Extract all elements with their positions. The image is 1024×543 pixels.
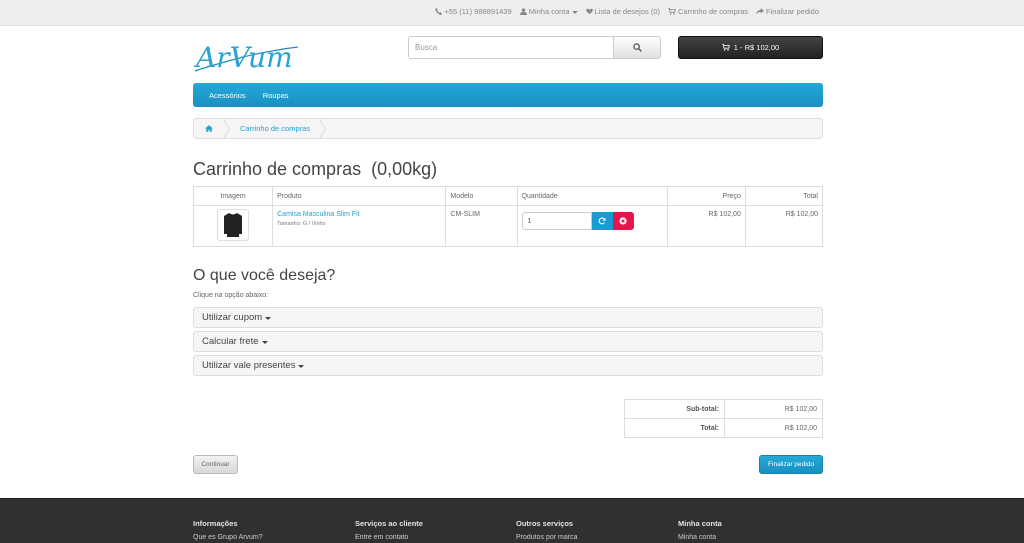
store-logo[interactable]: ArVum <box>193 35 303 75</box>
update-quantity-button[interactable] <box>591 212 613 230</box>
product-option: Tamanho: G / Vinho <box>277 221 326 227</box>
refresh-icon <box>598 217 606 225</box>
footer-heading: Informações <box>193 519 238 528</box>
cell-product: Camisa Masculina Slim Fit Tamanho: G / V… <box>272 205 447 247</box>
totals-table: Sub-total: R$ 102,00 Total: R$ 102,00 <box>624 399 823 438</box>
svg-text:ArVum: ArVum <box>193 41 293 74</box>
caret-down-icon <box>265 316 272 320</box>
wishlist-text: Lista de desejos (0) <box>594 7 661 16</box>
page-title: Carrinho de compras (0,00kg) <box>193 159 438 179</box>
search-icon <box>632 43 642 52</box>
shipping-panel[interactable]: Calcular frete <box>193 331 823 352</box>
footer-link[interactable]: Entre em contato <box>355 534 423 541</box>
total-row: Total: R$ 102,00 <box>624 418 823 438</box>
wishlist-link[interactable]: Lista de desejos (0) <box>585 7 661 16</box>
phone-text: +55 (11) 986891439 <box>444 7 512 16</box>
checkout-link[interactable]: Finalizar pedido <box>756 7 819 16</box>
header-quantity: Quantidade <box>516 186 668 206</box>
breadcrumb-current[interactable]: Carrinho de compras <box>230 119 320 138</box>
coupon-panel[interactable]: Utilizar cupom <box>193 307 823 328</box>
search-button[interactable] <box>614 36 661 59</box>
heart-icon <box>585 8 593 15</box>
header-product: Produto <box>272 186 447 206</box>
breadcrumb: Carrinho de compras <box>193 118 823 139</box>
voucher-panel[interactable]: Utilizar vale presentes <box>193 355 823 376</box>
subtotal-value: R$ 102,00 <box>724 399 823 419</box>
cell-image <box>192 205 274 247</box>
share-icon <box>756 8 765 15</box>
header-price: Preço <box>666 186 746 206</box>
cart-table: Imagem Produto Modelo Quantidade Preço T… <box>192 186 824 247</box>
shirt-image <box>224 213 243 237</box>
options-title: O que você deseja? <box>193 267 336 284</box>
footer-link[interactable]: Produtos por marca <box>516 534 577 541</box>
header-image: Imagem <box>192 186 274 206</box>
caret-down-icon <box>261 340 268 344</box>
home-icon <box>205 125 213 132</box>
cell-model: CM-SLIM <box>445 205 518 247</box>
checkout-button[interactable]: Finalizar pedido <box>759 455 823 474</box>
cart-summary-text: 1 - R$ 102,00 <box>733 43 780 52</box>
menu-item-roupas[interactable]: Roupas <box>263 91 289 100</box>
quantity-group <box>521 212 663 230</box>
footer-column-account: Minha conta Minha conta <box>678 519 722 541</box>
subtotal-row: Sub-total: R$ 102,00 <box>624 399 823 419</box>
top-bar: +55 (11) 986891439 Minha conta Lista de … <box>0 0 1024 26</box>
remove-item-button[interactable] <box>612 212 634 230</box>
cell-quantity <box>516 205 668 247</box>
product-thumbnail[interactable] <box>217 209 250 241</box>
cart-text: Carrinho de compras <box>678 7 749 16</box>
total-label: Total: <box>624 418 725 438</box>
cart-icon <box>668 8 676 15</box>
header-total: Total <box>744 186 824 206</box>
checkout-text: Finalizar pedido <box>766 7 819 16</box>
table-row: Camisa Masculina Slim Fit Tamanho: G / V… <box>192 205 824 247</box>
account-text: Minha conta <box>528 7 570 16</box>
footer-column-other: Outros serviços Produtos por marca <box>516 519 577 541</box>
footer-column-service: Serviços ao cliente Entre em contato <box>355 519 423 541</box>
footer-heading: Minha conta <box>678 519 722 528</box>
total-value: R$ 102,00 <box>724 418 823 438</box>
quantity-input[interactable] <box>521 212 592 230</box>
logo-graphic: ArVum <box>193 41 299 74</box>
breadcrumb-separator <box>319 119 327 138</box>
main-menu: Acessórios Roupas <box>193 83 823 107</box>
cart-link[interactable]: Carrinho de compras <box>668 7 748 16</box>
remove-icon <box>619 217 627 225</box>
options-subtitle: Clique na opção abaixo: <box>193 292 269 299</box>
cart-icon <box>721 44 730 51</box>
footer-link[interactable]: Minha conta <box>678 534 722 541</box>
cart-summary-button[interactable]: 1 - R$ 102,00 <box>678 36 823 59</box>
menu-item-acessorios[interactable]: Acessórios <box>209 91 246 100</box>
continue-button[interactable]: Continuar <box>193 455 238 474</box>
account-menu[interactable]: Minha conta <box>519 7 578 16</box>
coupon-panel-label: Utilizar cupom <box>202 312 263 323</box>
phone-link[interactable]: +55 (11) 986891439 <box>435 7 512 16</box>
voucher-panel-label: Utilizar vale presentes <box>202 360 296 371</box>
chevron-down-icon <box>571 10 578 14</box>
top-links: +55 (11) 986891439 Minha conta Lista de … <box>435 7 819 16</box>
product-link[interactable]: Camisa Masculina Slim Fit <box>277 211 441 218</box>
shipping-panel-label: Calcular frete <box>202 336 259 347</box>
search-input[interactable] <box>408 36 614 59</box>
table-header-row: Imagem Produto Modelo Quantidade Preço T… <box>192 186 824 206</box>
breadcrumb-home[interactable] <box>194 119 224 138</box>
search-box <box>408 36 661 59</box>
phone-icon <box>435 8 443 15</box>
caret-down-icon <box>298 364 305 368</box>
subtotal-label: Sub-total: <box>624 399 725 419</box>
footer-column-info: Informações Que es Grupo Arvum? <box>193 519 263 541</box>
footer: Informações Que es Grupo Arvum? Serviços… <box>0 498 1024 543</box>
footer-heading: Outros serviços <box>516 519 574 528</box>
breadcrumb-current-label: Carrinho de compras <box>240 124 311 133</box>
user-icon <box>519 8 527 15</box>
cell-total: R$ 102,00 <box>744 205 824 247</box>
footer-heading: Serviços ao cliente <box>355 519 423 528</box>
cell-price: R$ 102,00 <box>666 205 746 247</box>
footer-link[interactable]: Que es Grupo Arvum? <box>193 534 263 541</box>
header-model: Modelo <box>445 186 518 206</box>
